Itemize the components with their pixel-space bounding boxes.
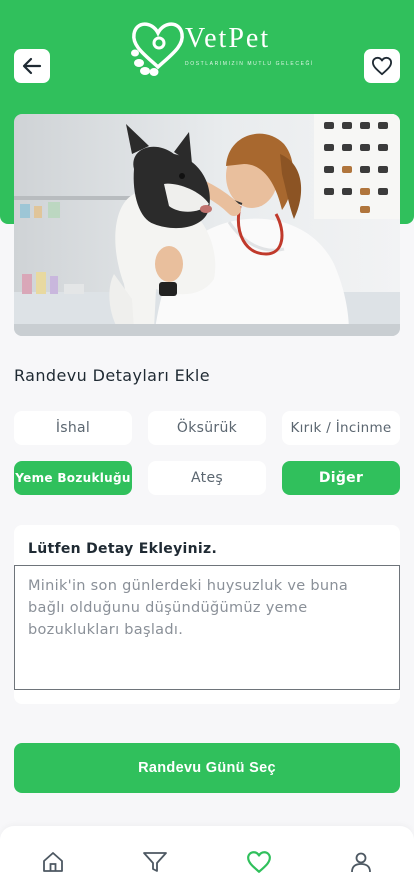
heart-icon [247, 851, 271, 873]
brand-logo: VetPet DOSTLARIMIZIN MUTLU GELECEĞİ [130, 19, 312, 79]
details-label: Lütfen Detay Ekleyiniz. [28, 541, 218, 557]
tab-favorites[interactable] [245, 848, 273, 876]
section-title: Randevu Detayları Ekle [14, 366, 210, 385]
tab-home[interactable] [39, 848, 67, 876]
details-textarea[interactable]: Minik'in son günlerdeki huysuzluk ve bun… [14, 565, 400, 690]
paw-heart-icon [131, 22, 184, 76]
symptom-chip-ishal[interactable]: İshal [14, 411, 132, 445]
brand-name: VetPet [185, 23, 271, 54]
user-icon [351, 852, 371, 873]
vet-examining-dog-image [14, 114, 400, 336]
symptom-chip-diger[interactable]: Diğer [282, 461, 400, 495]
filter-icon [143, 852, 167, 872]
symptom-chip-yeme-bozuklugu[interactable]: Yeme Bozukluğu [14, 461, 132, 495]
favorite-button[interactable] [364, 49, 400, 83]
select-appointment-day-button[interactable]: Randevu Günü Seç [14, 743, 400, 793]
symptom-chip-kirik-incinme[interactable]: Kırık / İncinme [282, 411, 400, 445]
arrow-left-icon [22, 57, 42, 75]
hero-image [14, 114, 400, 336]
brand-tagline: DOSTLARIMIZIN MUTLU GELECEĞİ [185, 61, 314, 67]
home-icon [43, 852, 63, 872]
symptom-chip-oksuruk[interactable]: Öksürük [148, 411, 266, 445]
tab-filter[interactable] [141, 848, 169, 876]
back-button[interactable] [14, 49, 50, 83]
bottom-tab-bar [0, 826, 414, 896]
symptom-chip-ates[interactable]: Ateş [148, 461, 266, 495]
heart-outline-icon [371, 56, 392, 76]
tab-profile[interactable] [347, 848, 375, 876]
